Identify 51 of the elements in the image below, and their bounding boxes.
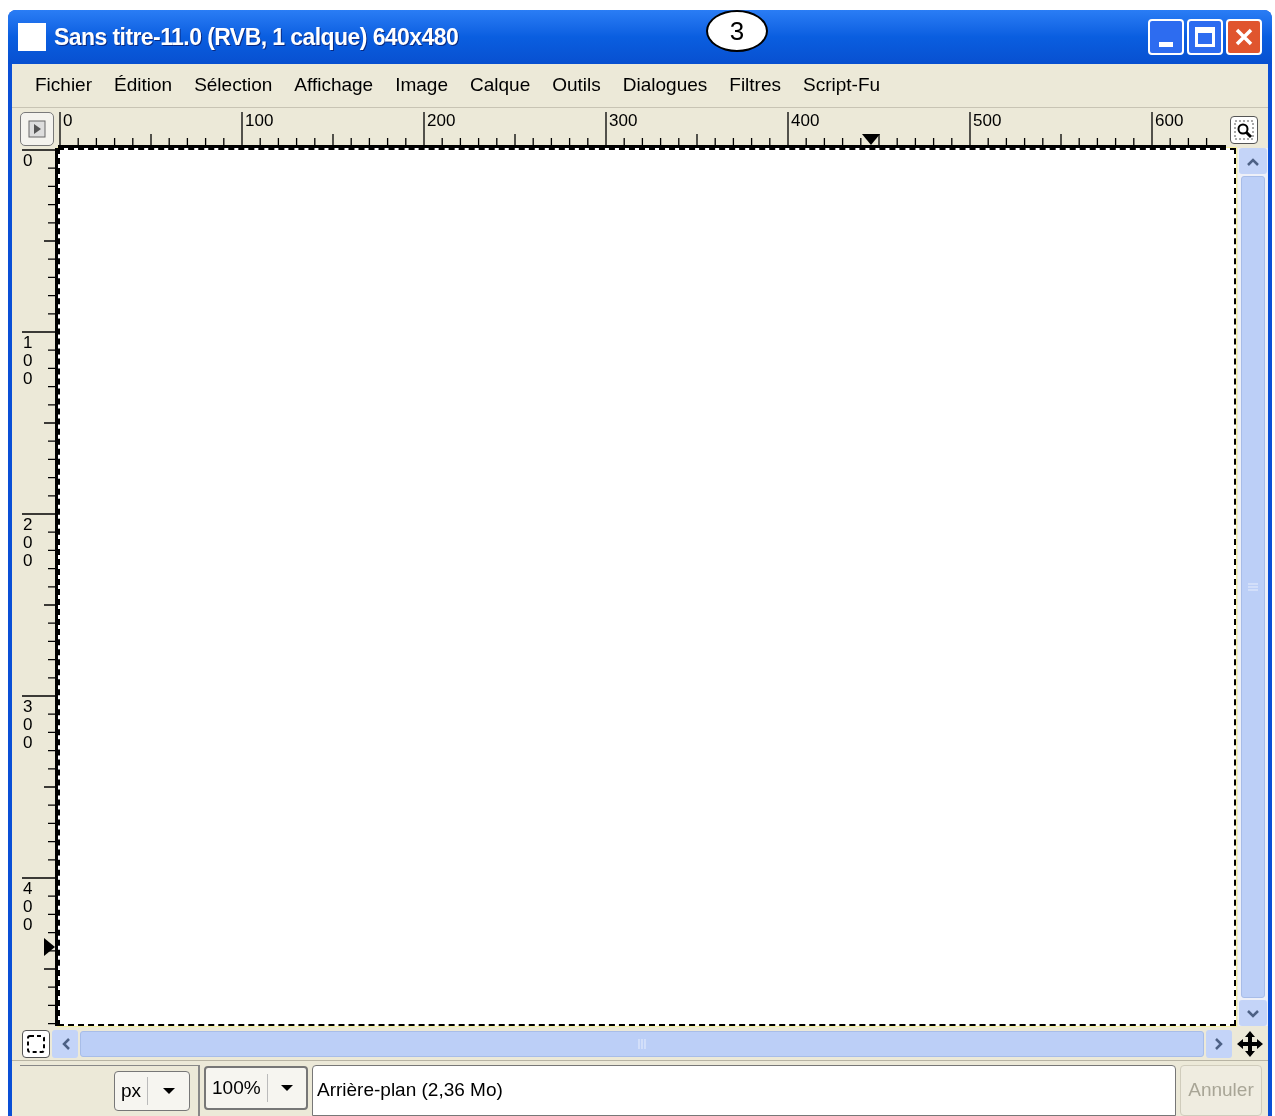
menu-item[interactable]: Filtres bbox=[720, 71, 791, 100]
ruler-label: 0 bbox=[63, 112, 73, 129]
scroll-down-button[interactable] bbox=[1239, 1000, 1267, 1026]
ruler-label: 200 bbox=[427, 112, 456, 129]
status-message: Arrière-plan (2,36 Mo) bbox=[312, 1065, 1176, 1116]
callout-badge: 3 bbox=[706, 10, 768, 52]
quick-mask-button[interactable] bbox=[22, 1030, 50, 1058]
ruler-label: 400 bbox=[791, 112, 820, 129]
scroll-left-button[interactable] bbox=[52, 1030, 78, 1058]
maximize-button[interactable] bbox=[1187, 19, 1223, 55]
scroll-right-button[interactable] bbox=[1206, 1030, 1232, 1058]
menu-item[interactable]: Outils bbox=[543, 71, 610, 100]
menu-item[interactable]: Script-Fu bbox=[794, 71, 890, 100]
vertical-scrollbar[interactable] bbox=[1238, 148, 1268, 1026]
chevron-left-icon bbox=[60, 1037, 70, 1051]
menu-item[interactable]: Calque bbox=[461, 71, 540, 100]
zoom-dropdown[interactable]: 100% bbox=[204, 1066, 308, 1110]
unit-dropdown[interactable]: px bbox=[114, 1071, 190, 1111]
close-button[interactable] bbox=[1226, 19, 1262, 55]
close-icon bbox=[1234, 27, 1254, 47]
menu-item[interactable]: Fichier bbox=[26, 71, 101, 100]
pointer-marker-icon bbox=[44, 938, 55, 956]
play-icon bbox=[28, 120, 46, 138]
scrollbar-thumb[interactable] bbox=[1241, 176, 1265, 998]
minimize-icon bbox=[1159, 42, 1173, 47]
dashed-rectangle-icon bbox=[26, 1034, 46, 1054]
ruler-label: 100 bbox=[245, 112, 274, 129]
navigate-button[interactable] bbox=[20, 112, 54, 146]
chevron-down-icon bbox=[1246, 1008, 1260, 1018]
chevron-right-icon bbox=[1214, 1037, 1224, 1051]
maximize-icon bbox=[1195, 27, 1215, 47]
pointer-marker-icon bbox=[862, 134, 880, 145]
menu-item[interactable]: Dialogues bbox=[613, 71, 717, 100]
window-title: Sans titre-11.0 (RVB, 1 calque) 640x480 bbox=[54, 22, 459, 52]
ruler-label: 500 bbox=[973, 112, 1002, 129]
menu-item[interactable]: Affichage bbox=[285, 71, 383, 100]
menu-item[interactable]: Image bbox=[386, 71, 457, 100]
magnifier-icon bbox=[1234, 120, 1254, 140]
menu-item[interactable]: Édition bbox=[105, 71, 182, 100]
minimize-button[interactable] bbox=[1148, 19, 1184, 55]
scroll-up-button[interactable] bbox=[1239, 148, 1267, 174]
dropdown-arrow-icon bbox=[161, 1087, 176, 1095]
chevron-up-icon bbox=[1246, 156, 1260, 166]
ruler-label: 300 bbox=[609, 112, 638, 129]
zoom-button[interactable] bbox=[1230, 116, 1258, 144]
menu-item[interactable]: Sélection bbox=[185, 71, 282, 100]
move-icon[interactable] bbox=[1236, 1030, 1264, 1058]
dropdown-arrow-icon bbox=[279, 1084, 294, 1092]
app-icon bbox=[18, 23, 46, 51]
scrollbar-thumb[interactable] bbox=[80, 1031, 1204, 1057]
ruler-label: 600 bbox=[1155, 112, 1184, 129]
